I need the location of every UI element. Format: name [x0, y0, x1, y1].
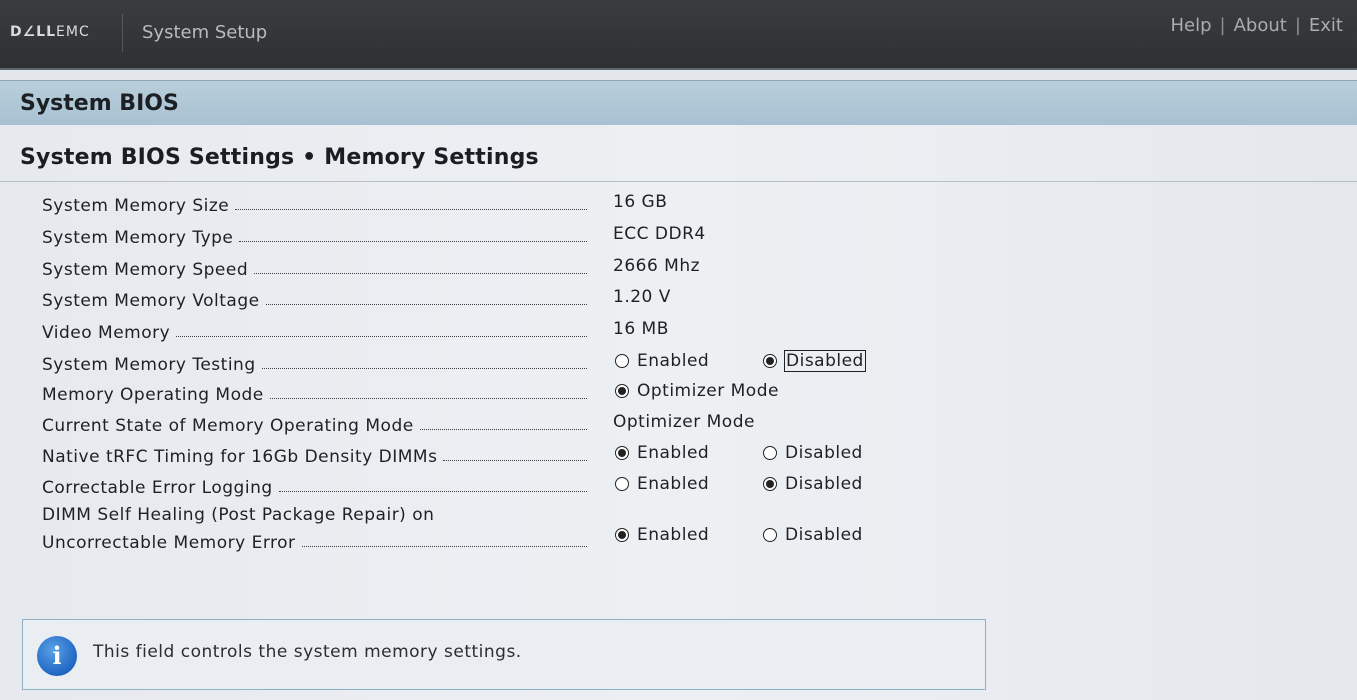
setting-value: ECC DDR4: [613, 224, 706, 244]
setting-label-wrap: Memory Operating Mode: [42, 381, 587, 405]
info-icon: i: [37, 636, 77, 676]
setting-label-wrap: Correctable Error Logging: [42, 474, 587, 498]
setting-row-self-healing: DIMM Self Healing (Post Package Repair) …: [0, 505, 1357, 561]
radio-enabled[interactable]: Enabled: [615, 351, 709, 371]
radio-selected-icon: [615, 528, 629, 542]
top-bar: D∠LLEMC System Setup Help | About | Exit: [0, 0, 1357, 70]
radio-label: Disabled: [785, 525, 863, 545]
setting-row-memory-size: System Memory Size 16 GB: [0, 192, 1357, 220]
leader-dots: [443, 459, 587, 461]
brand-divider: [122, 14, 123, 52]
radio-enabled[interactable]: Enabled: [615, 474, 709, 494]
radio-label: Disabled: [785, 443, 863, 463]
leader-dots: [265, 303, 587, 305]
radio-circle-icon: [615, 477, 629, 491]
setting-label: Native tRFC Timing for 16Gb Density DIMM…: [42, 447, 438, 467]
radio-enabled[interactable]: Enabled: [615, 525, 709, 545]
radio-disabled[interactable]: Disabled: [763, 525, 863, 545]
setting-label: System Memory Voltage: [42, 291, 260, 311]
radio-disabled[interactable]: Disabled: [763, 443, 863, 463]
setting-label: Current State of Memory Operating Mode: [42, 416, 414, 436]
radio-circle-icon: [763, 528, 777, 542]
radio-label: Optimizer Mode: [637, 381, 779, 401]
radio-selected-icon: [615, 384, 629, 398]
setting-label-wrap: Video Memory: [42, 319, 587, 343]
setting-row-memory-type: System Memory Type ECC DDR4: [0, 224, 1357, 252]
brand-emc: EMC: [56, 24, 90, 40]
setting-row-operating-mode: Memory Operating Mode Optimizer Mode: [0, 381, 1357, 409]
setting-value: 1.20 V: [613, 287, 671, 307]
setting-label: Uncorrectable Memory Error: [42, 533, 296, 553]
leader-dots: [269, 397, 587, 399]
radio-circle-icon: [615, 354, 629, 368]
help-box: i This field controls the system memory …: [22, 619, 986, 690]
setting-row-memory-speed: System Memory Speed 2666 Mhz: [0, 256, 1357, 284]
leader-dots: [261, 367, 587, 369]
radio-label: Disabled: [785, 474, 863, 494]
setting-value: 2666 Mhz: [613, 256, 701, 276]
setting-label-wrap: System Memory Voltage: [42, 287, 587, 311]
top-links: Help | About | Exit: [1170, 15, 1343, 36]
leader-dots: [278, 490, 587, 492]
leader-dots: [419, 428, 587, 430]
radio-enabled[interactable]: Enabled: [615, 443, 709, 463]
settings-panel: System BIOS Settings • Memory Settings S…: [0, 125, 1357, 700]
setting-label-wrap: Uncorrectable Memory Error: [42, 529, 587, 553]
setting-label-wrap: Native tRFC Timing for 16Gb Density DIMM…: [42, 443, 587, 467]
section-header: System BIOS: [0, 80, 1357, 126]
radio-disabled[interactable]: Disabled: [763, 474, 863, 494]
setting-label: Correctable Error Logging: [42, 478, 273, 498]
setting-label: System Memory Speed: [42, 260, 249, 280]
radio-label: Enabled: [637, 443, 710, 463]
link-separator: |: [1219, 15, 1226, 36]
section-title: System BIOS: [20, 91, 179, 116]
exit-link[interactable]: Exit: [1309, 15, 1343, 36]
setting-label-line1: DIMM Self Healing (Post Package Repair) …: [42, 505, 435, 525]
brand-dell: D∠LL: [10, 24, 57, 40]
leader-dots: [235, 208, 587, 210]
leader-dots: [239, 240, 587, 242]
help-text: This field controls the system memory se…: [93, 642, 522, 662]
setting-label: System Memory Size: [42, 196, 230, 216]
setting-value: Optimizer Mode: [613, 412, 755, 432]
setting-label: System Memory Testing: [42, 355, 256, 375]
radio-optimizer-mode[interactable]: Optimizer Mode: [615, 381, 779, 401]
setting-label: Video Memory: [42, 323, 171, 343]
link-separator: |: [1294, 15, 1301, 36]
setting-value: 16 GB: [613, 192, 668, 212]
radio-selected-icon: [763, 477, 777, 491]
title-divider: [0, 181, 1357, 182]
help-link[interactable]: Help: [1170, 15, 1211, 36]
radio-label: Enabled: [637, 525, 710, 545]
setting-row-native-trfc: Native tRFC Timing for 16Gb Density DIMM…: [0, 443, 1357, 471]
setting-label-wrap: Current State of Memory Operating Mode: [42, 412, 587, 436]
setting-row-video-memory: Video Memory 16 MB: [0, 319, 1357, 347]
setting-label: System Memory Type: [42, 228, 234, 248]
dell-emc-logo: D∠LLEMC: [10, 24, 90, 40]
leader-dots: [254, 272, 587, 274]
about-link[interactable]: About: [1234, 15, 1287, 36]
setting-row-current-state: Current State of Memory Operating Mode O…: [0, 412, 1357, 440]
radio-selected-icon: [763, 354, 777, 368]
leader-dots: [301, 545, 587, 547]
setting-label-wrap: System Memory Speed: [42, 256, 587, 280]
setting-label: Memory Operating Mode: [42, 385, 264, 405]
app-title: System Setup: [142, 22, 268, 43]
page-title: System BIOS Settings • Memory Settings: [20, 145, 539, 170]
setting-row-memory-voltage: System Memory Voltage 1.20 V: [0, 287, 1357, 315]
setting-value: 16 MB: [613, 319, 669, 339]
setting-label-wrap: System Memory Size: [42, 192, 587, 216]
setting-label-wrap: System Memory Testing: [42, 351, 587, 375]
setting-row-error-logging: Correctable Error Logging Enabled Disabl…: [0, 474, 1357, 502]
radio-selected-icon: [615, 446, 629, 460]
leader-dots: [176, 335, 587, 337]
radio-label: Disabled: [784, 350, 866, 372]
setting-label-wrap: System Memory Type: [42, 224, 587, 248]
radio-label: Enabled: [637, 474, 710, 494]
radio-circle-icon: [763, 446, 777, 460]
radio-label: Enabled: [637, 351, 710, 371]
radio-disabled[interactable]: Disabled: [763, 350, 866, 372]
setting-row-memory-testing: System Memory Testing Enabled Disabled: [0, 350, 1357, 379]
